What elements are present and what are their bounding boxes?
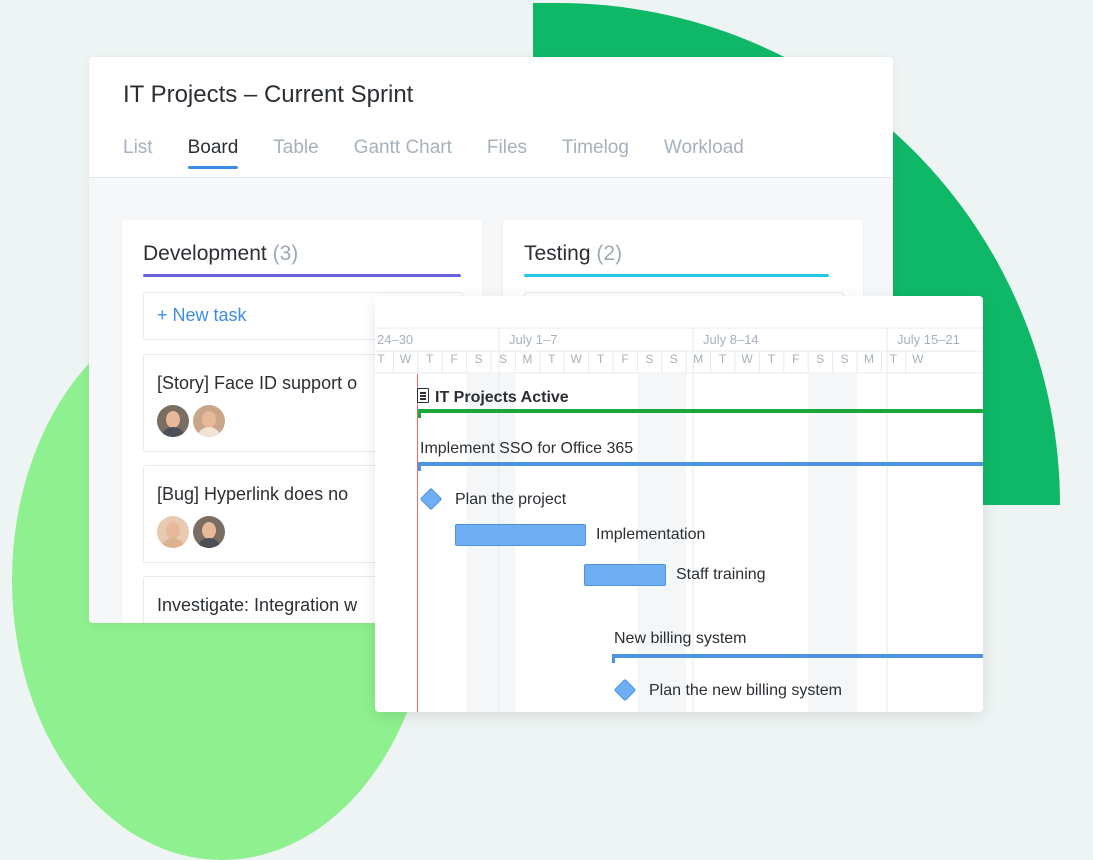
page-title: IT Projects – Current Sprint [123,81,414,108]
gantt-day-label: W [570,352,582,366]
gantt-week-label: July 8–14 [703,332,759,347]
gantt-day-label: F [792,352,800,366]
column-title: Testing (2) [524,242,622,266]
gantt-task-label: Staff training [676,566,766,583]
gantt-project-row[interactable]: IT Projects Active [417,388,569,407]
column-accent-line [524,274,829,277]
clipboard-icon [417,388,429,403]
gantt-week-label: July 1–7 [509,332,558,347]
gantt-task-label: Implementation [596,526,706,543]
view-tabs: List Board Table Gantt Chart Files Timel… [123,137,779,169]
gantt-task-bar-implementation[interactable] [455,524,586,546]
avatar[interactable] [193,516,225,548]
board-header: IT Projects – Current Sprint List Board … [89,57,893,178]
gantt-day-label: F [621,352,629,366]
task-title: [Bug] Hyperlink does no [157,484,349,504]
task-title: [Story] Face ID support o [157,373,358,393]
gantt-day-label: F [450,352,458,366]
gantt-summary-label[interactable]: Implement SSO for Office 365 [420,440,633,458]
gantt-day-label: M [693,352,704,366]
gantt-week-label: July 15–21 [897,332,960,347]
gantt-day-label: S [498,352,507,366]
gantt-billing-summary-bar[interactable] [612,654,983,663]
today-marker [417,374,418,712]
tab-board[interactable]: Board [187,137,238,169]
tab-workload[interactable]: Workload [664,137,744,169]
gantt-day-label: M [864,352,874,366]
gantt-day-label: W [912,352,924,366]
gantt-project-summary-bar[interactable] [418,409,983,418]
gantt-milestone-label: Plan the project [455,491,567,508]
gantt-day-label: S [840,352,849,366]
gantt-week-label: 24–30 [377,332,414,347]
gantt-day-label: T [767,352,776,366]
gantt-day-label: S [669,352,678,366]
column-accent-line [143,274,461,277]
gantt-day-label: S [645,352,654,366]
new-task-label: + New task [157,305,247,325]
column-count: (2) [596,242,623,265]
tab-files[interactable]: Files [487,137,527,169]
tab-list[interactable]: List [123,137,153,169]
column-title-text: Development [143,242,267,265]
avatar[interactable] [157,405,189,437]
tab-timelog[interactable]: Timelog [562,137,629,169]
column-title-text: Testing [524,242,591,265]
tab-gantt-chart[interactable]: Gantt Chart [354,137,452,169]
gantt-summary-label[interactable]: New billing system [614,630,746,648]
task-title: Investigate: Integration w [157,595,358,615]
gantt-chart-panel: 24–30 July 1–7 July 8–14 July 15–21 TWTFSSM… [375,296,983,712]
gantt-day-label: M [522,352,533,366]
gantt-day-label: W [399,352,412,366]
avatar[interactable] [157,516,189,548]
gantt-day-label: T [718,352,727,366]
gantt-day-label: S [816,352,825,366]
gantt-day-label: T [596,352,605,366]
gantt-day-label: S [474,352,483,366]
gantt-project-label: IT Projects Active [435,389,569,406]
gantt-day-label: T [426,352,434,366]
gantt-day-label: T [377,352,385,366]
tab-table[interactable]: Table [273,137,318,169]
column-count: (3) [272,242,299,265]
task-assignees [157,516,229,548]
avatar[interactable] [193,405,225,437]
gantt-day-label: W [741,352,753,366]
column-title: Development (3) [143,242,298,266]
gantt-sso-summary-bar[interactable] [418,462,983,471]
gantt-task-bar-training[interactable] [584,564,666,586]
gantt-day-label: T [548,352,556,366]
gantt-day-label: T [889,352,898,366]
gantt-milestone-label: Plan the new billing system [649,682,842,699]
task-assignees [157,405,229,437]
